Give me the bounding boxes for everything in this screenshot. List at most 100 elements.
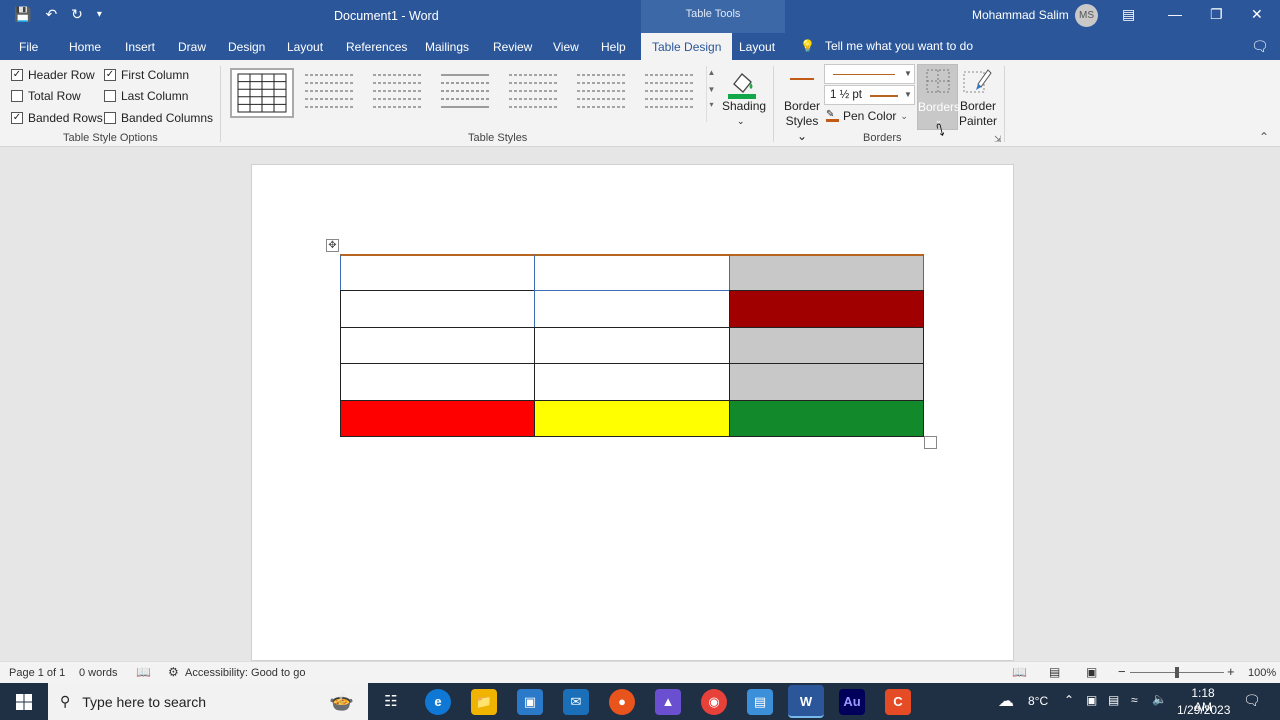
taskbar-search[interactable]: ⚲ Type here to search 🍲 [48, 683, 368, 720]
wifi-icon[interactable]: ≈ [1131, 693, 1138, 707]
mail-icon[interactable]: ✉ [563, 689, 589, 715]
line-style-dropdown[interactable]: ▼ [824, 64, 915, 84]
store-icon[interactable]: ▣ [517, 689, 543, 715]
close-icon[interactable]: ✕ [1251, 6, 1263, 23]
chevron-up-icon[interactable]: ⌃ [1064, 693, 1074, 707]
remote-desktop-icon[interactable]: ▤ [747, 689, 773, 715]
collapse-ribbon-icon[interactable]: ⌃ [1259, 130, 1269, 144]
start-button[interactable] [0, 683, 48, 720]
zoom-slider-thumb[interactable] [1175, 667, 1179, 678]
table-style-option[interactable] [570, 68, 634, 118]
temperature[interactable]: 8°C [1028, 694, 1048, 708]
table-cell[interactable] [340, 363, 536, 401]
customize-qat-icon[interactable]: ▾ [97, 9, 102, 20]
table-cell[interactable] [340, 290, 536, 328]
document-table[interactable] [340, 254, 924, 437]
notifications-icon[interactable]: 🗨 [1243, 692, 1261, 709]
table-style-option[interactable] [298, 68, 362, 118]
tray-app-icon[interactable]: ▣ [1086, 693, 1097, 707]
proofing-icon[interactable]: 📖 [136, 665, 151, 679]
zoom-in-icon[interactable]: + [1227, 664, 1235, 679]
tab-mailings[interactable]: Mailings [425, 40, 469, 54]
table-cell[interactable] [340, 326, 536, 365]
table-move-handle-icon[interactable]: ✥ [326, 239, 339, 252]
ribbon-display-icon[interactable]: ▤ [1122, 6, 1135, 23]
table-cell[interactable] [534, 399, 730, 437]
print-layout-icon[interactable]: ▤ [1049, 665, 1060, 679]
zoom-out-icon[interactable]: − [1118, 664, 1126, 679]
comments-icon[interactable]: 🗨 [1251, 38, 1269, 55]
firefox-icon[interactable]: ● [609, 689, 635, 715]
read-mode-icon[interactable]: 📖 [1012, 665, 1027, 679]
app-icon[interactable]: ▲ [655, 689, 681, 715]
page-count[interactable]: Page 1 of 1 [9, 667, 65, 679]
line-weight-dropdown[interactable]: 1 ½ pt ▼ [824, 85, 915, 105]
gallery-scroll[interactable]: ▲ ▼ ▾ [706, 66, 716, 122]
save-icon[interactable]: 💾 [14, 6, 31, 23]
gallery-up-icon[interactable]: ▲ [707, 68, 716, 77]
tab-design[interactable]: Design [228, 40, 265, 54]
table-style-option[interactable] [434, 68, 498, 118]
redo-icon[interactable]: ↻ [71, 6, 83, 23]
tab-draw[interactable]: Draw [178, 40, 206, 54]
word-count[interactable]: 0 words [79, 667, 118, 679]
word-icon[interactable]: W [788, 685, 824, 718]
tab-references[interactable]: References [346, 40, 407, 54]
gallery-more-icon[interactable]: ▾ [707, 100, 716, 109]
border-painter-label-2[interactable]: Painter [958, 114, 998, 129]
camtasia-icon[interactable]: C [885, 689, 911, 715]
chevron-down-icon[interactable]: ⌄ [737, 114, 745, 129]
chevron-down-icon[interactable]: ▼ [902, 86, 914, 104]
table-cell[interactable] [340, 399, 536, 437]
banded-rows-checkbox[interactable]: ✓ Banded Rows [11, 111, 103, 125]
border-painter-button[interactable] [962, 66, 992, 96]
tab-review[interactable]: Review [493, 40, 532, 54]
border-painter-label[interactable]: Border [958, 99, 998, 114]
file-explorer-icon[interactable]: 📁 [471, 689, 497, 715]
accessibility-status[interactable]: Accessibility: Good to go [185, 667, 305, 679]
tab-view[interactable]: View [553, 40, 579, 54]
dialog-launcher-icon[interactable]: ⇲ [994, 134, 1002, 145]
table-cell[interactable] [728, 399, 924, 437]
table-cell[interactable] [534, 363, 730, 401]
tab-layout[interactable]: Layout [287, 40, 323, 54]
chrome-icon[interactable]: ◉ [701, 689, 727, 715]
restore-icon[interactable]: ❐ [1210, 6, 1223, 23]
table-style-option[interactable] [638, 68, 702, 118]
table-style-option[interactable] [366, 68, 430, 118]
web-layout-icon[interactable]: ▣ [1086, 665, 1097, 679]
table-cell[interactable] [534, 326, 730, 365]
zoom-level[interactable]: 100% [1248, 667, 1276, 679]
table-cell[interactable] [728, 363, 924, 401]
shading-button[interactable] [724, 66, 760, 100]
gallery-down-icon[interactable]: ▼ [707, 85, 716, 94]
accessibility-icon[interactable]: ⚙ [168, 665, 179, 679]
border-styles-label[interactable]: Border [780, 99, 824, 114]
undo-icon[interactable]: ↶ [45, 6, 57, 23]
user-name[interactable]: Mohammad Salim [972, 8, 1069, 22]
audition-icon[interactable]: Au [839, 689, 865, 715]
first-column-checkbox[interactable]: ✓ First Column [104, 68, 189, 82]
header-row-checkbox[interactable]: ✓ Header Row [11, 68, 95, 82]
tell-me-search[interactable]: 💡 Tell me what you want to do [800, 39, 973, 53]
zoom-slider[interactable] [1130, 667, 1224, 678]
table-cell[interactable] [728, 326, 924, 365]
table-cell[interactable] [728, 290, 924, 328]
tab-table-design[interactable]: Table Design [641, 33, 733, 60]
pen-color-button[interactable]: ✎ Pen Color ⌄ [826, 109, 908, 123]
banded-columns-checkbox[interactable]: Banded Columns [104, 111, 213, 125]
clock-date[interactable]: 1/29/2023 [1177, 703, 1230, 717]
tab-insert[interactable]: Insert [125, 40, 155, 54]
volume-icon[interactable]: 🔈 [1152, 692, 1167, 706]
tab-help[interactable]: Help [601, 40, 626, 54]
border-styles-icon[interactable] [790, 78, 814, 80]
weather-icon[interactable]: ☁ [998, 691, 1014, 711]
border-styles-label-2[interactable]: Styles ⌄ [780, 114, 824, 144]
minimize-icon[interactable]: — [1168, 6, 1182, 22]
tab-file[interactable]: File [19, 40, 38, 54]
avatar[interactable]: MS [1075, 4, 1098, 27]
table-resize-handle[interactable] [924, 436, 937, 449]
table-cell[interactable] [340, 254, 536, 292]
table-cell[interactable] [534, 290, 730, 328]
last-column-checkbox[interactable]: Last Column [104, 89, 188, 103]
